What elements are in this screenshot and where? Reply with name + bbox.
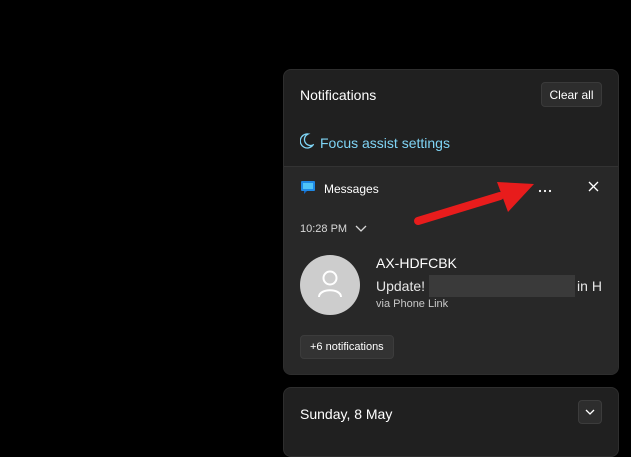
notification-time: 10:28 PM [300,223,348,235]
message-preview: Update! in H [376,275,602,297]
message-text-start: Update! [376,278,426,294]
app-name: Messages [324,182,379,196]
close-notification-button[interactable] [582,177,604,199]
sender-name: AX-HDFCBK [376,255,457,271]
ellipsis-icon [538,180,552,196]
avatar [300,255,360,315]
message-source: via Phone Link [376,298,449,310]
clear-all-button[interactable]: Clear all [541,82,602,107]
message-text-end: in H [577,278,602,294]
calendar-expand-button[interactable] [578,400,602,424]
notification-center: Notifications Clear all Focus assist set… [283,69,619,375]
notifications-title: Notifications [300,87,377,103]
moon-icon [299,132,315,154]
time-expander[interactable]: 10:28 PM [300,221,367,237]
calendar-panel: Sunday, 8 May [283,387,619,457]
more-notifications-button[interactable]: +6 notifications [300,335,394,359]
person-icon [315,268,345,303]
calendar-date: Sunday, 8 May [300,406,393,422]
close-icon [588,179,599,197]
chevron-down-icon [585,403,595,421]
chevron-down-icon [355,225,367,233]
app-header: Messages [300,179,379,200]
notification-header: Notifications Clear all [284,70,618,120]
messages-app-icon [300,179,316,200]
redacted-block [429,275,576,297]
more-options-button[interactable] [534,177,556,199]
focus-assist-settings-link[interactable]: Focus assist settings [299,132,450,154]
notification-card-messages[interactable]: Messages 10:28 PM AX-HDFCBK Update! in H… [284,166,618,374]
focus-assist-label: Focus assist settings [320,135,450,151]
